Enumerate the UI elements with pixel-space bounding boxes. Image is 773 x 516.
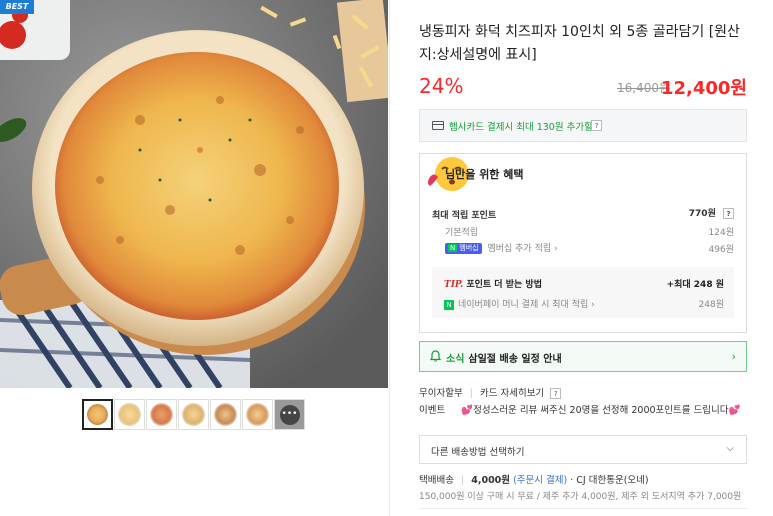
credit-card-icon — [432, 121, 444, 130]
best-badge: BEST — [0, 0, 34, 14]
column-divider — [389, 0, 390, 516]
payment-info: 무이자할부 | 카드 자세히보기 ? — [419, 385, 562, 399]
membership-points-value: 496원 — [708, 245, 734, 255]
notice-banner[interactable]: 소식 삼일절 배송 일정 안내 › — [419, 341, 747, 372]
shipping-conditions: 150,000원 이상 구매 시 무료 / 제주 추가 4,000원, 제주 외… — [419, 492, 742, 502]
membership-points-link[interactable]: N 멤버십 멤버십 추가 적립 › — [445, 241, 558, 254]
help-icon[interactable]: ? — [723, 208, 734, 219]
shipping-label: 택배배송 — [419, 475, 454, 486]
basic-points-value: 124원 — [708, 228, 734, 238]
thumbnail-strip: ••• — [82, 399, 305, 430]
thumbnail-1[interactable] — [82, 399, 113, 430]
shipping-fee: 4,000원 — [471, 475, 511, 486]
benefit-box: 님만을 위한 혜택 최대 적립 포인트 770원 ? 기본적립 124원 N 멤버… — [419, 153, 747, 333]
discount-rate: 24% — [419, 74, 464, 98]
thumbnail-3[interactable] — [146, 399, 177, 430]
benefit-title: 님만을 위한 혜택 — [445, 168, 524, 181]
max-points-value-row: 770원 ? — [689, 206, 734, 219]
shipping-info: 택배배송 | 4,000원 (주문시 결제) · CJ 대한통운(오네) — [419, 475, 649, 486]
membership-badge: N 멤버십 — [445, 243, 482, 254]
event-info: 이벤트 💕정성스러운 리뷰 써주신 20명을 선정해 2000포인트를 드립니다… — [419, 402, 740, 416]
tip-value: +최대 248 원 — [666, 280, 724, 290]
shipping-fee-note: (주문시 결제) — [513, 475, 568, 486]
thumbnail-6[interactable] — [242, 399, 273, 430]
naverpay-points-value: 248원 — [698, 300, 724, 310]
pizza-photo — [0, 0, 388, 388]
product-title: 냉동피자 화덕 치즈피자 10인치 외 5종 골라담기 [원산지:상세설명에 표… — [419, 24, 740, 63]
naverpay-points-link[interactable]: N 네이버페이 머니 결제 시 최대 적립 › — [444, 297, 595, 310]
thumbnail-more[interactable]: ••• — [274, 399, 305, 430]
delivery-select-text: 다른 배송방법 선택하기 — [431, 447, 525, 458]
card-discount-text: 햄사카드 결제시 최대 130원 추가할인 — [449, 122, 602, 133]
bottom-divider — [419, 508, 747, 509]
help-icon[interactable]: ? — [591, 120, 602, 131]
membership-points-label: 멤버십 추가 적립 — [487, 244, 552, 254]
max-points-label: 최대 적립 포인트 — [432, 211, 497, 221]
tip-box: TIP. 포인트 더 받는 방법 +최대 248 원 N 네이버페이 머니 결제 시… — [432, 267, 734, 318]
more-icon: ••• — [279, 404, 300, 425]
event-text: 💕정성스러운 리뷰 써주신 20명을 선정해 2000포인트를 드립니다💕 — [461, 405, 741, 416]
bell-icon — [430, 350, 441, 362]
thumbnail-4[interactable] — [178, 399, 209, 430]
max-points-value: 770원 — [688, 209, 716, 219]
naverpay-icon: N — [444, 299, 454, 310]
thumbnail-2[interactable] — [114, 399, 145, 430]
help-icon[interactable]: ? — [550, 388, 562, 399]
chevron-right-icon: › — [731, 350, 736, 363]
tip-label: TIP. 포인트 더 받는 방법 — [444, 280, 542, 290]
sale-price: 12,400원 — [660, 78, 747, 99]
chevron-right-icon: › — [591, 300, 595, 310]
delivery-method-select[interactable]: 다른 배송방법 선택하기 ⌵ — [419, 435, 747, 464]
notice-text: 소식 삼일절 배송 일정 안내 — [446, 354, 562, 365]
basic-points-label: 기본적립 — [445, 228, 479, 238]
chevron-down-icon: ⌵ — [726, 443, 734, 454]
card-discount-banner[interactable]: 햄사카드 결제시 최대 130원 추가할인 ? — [419, 109, 747, 142]
chevron-right-icon: › — [554, 244, 558, 254]
shipping-carrier: · CJ 대한통운(오네) — [570, 475, 649, 486]
card-detail-link[interactable]: 카드 자세히보기 — [480, 388, 544, 399]
installment-label: 무이자할부 — [419, 388, 463, 399]
tip-mark: TIP. — [444, 280, 464, 290]
product-main-image[interactable]: BEST — [0, 0, 388, 388]
event-label: 이벤트 — [419, 405, 446, 416]
thumbnail-5[interactable] — [210, 399, 241, 430]
